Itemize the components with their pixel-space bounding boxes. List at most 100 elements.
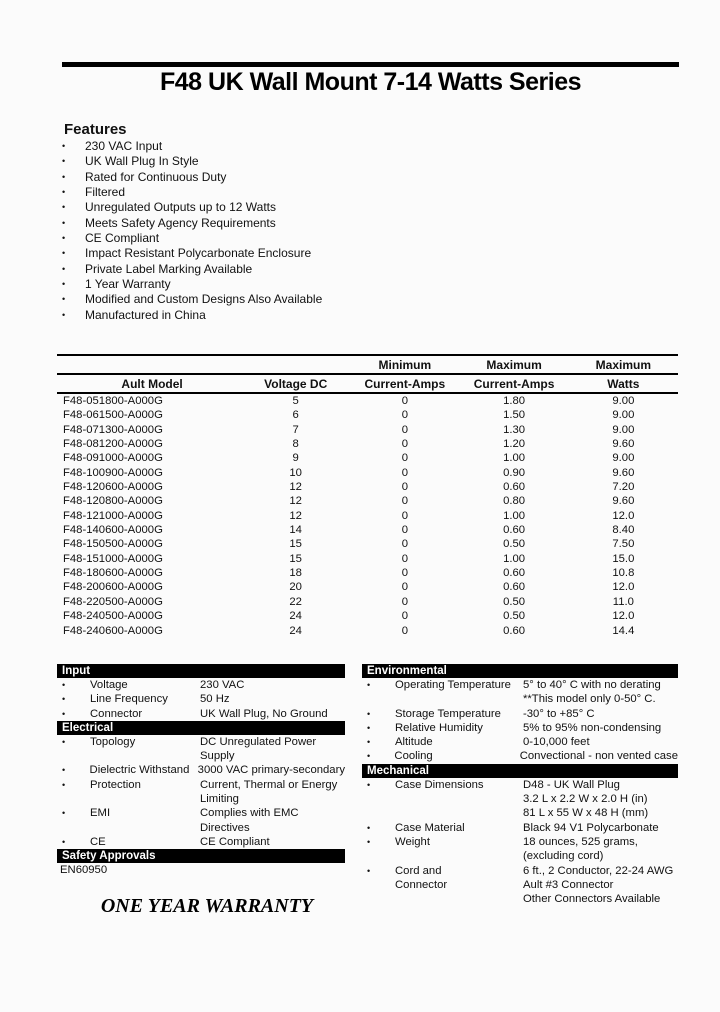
page-title: F48 UK Wall Mount 7-14 Watts Series [159,68,582,96]
feature-item: • 230 VAC Input [62,139,322,154]
model-cell: F48-120600-A000G [63,481,163,494]
max-watts-cell: 9.00 [612,452,635,465]
bullet-icon: • [367,865,371,876]
max-watts-cell: 11.0 [612,595,634,608]
features-heading: Features [64,121,127,138]
features-list: • 230 VAC Input • UK Wall Plug In Style • Rat… [62,139,322,323]
spec-value: 5° to 40° C with no derating **This model… [523,678,678,707]
bullet-icon: • [367,680,371,690]
safety-approval-value: EN60950 [60,864,108,877]
mechanical-section-header: Mechanical [362,763,678,778]
table-row: F48-180600-A000G 18 0 0.60 10.8 [57,566,678,580]
min-current-cell: 0 [401,466,408,479]
spec-value-line: UK Wall Plug, No Ground [200,707,328,720]
min-current-cell: 0 [401,524,408,537]
table-row: F48-140600-A000G 14 0 0.60 8.40 [57,523,678,537]
spec-value: Black 94 V1 Polycarbonate [523,821,678,835]
spec-label: Weight [395,835,430,848]
min-current-cell: 0 [401,581,408,594]
model-cell: F48-151000-A000G [63,552,163,565]
spec-value: D48 - UK Wall Plug 3.2 L x 2.2 W x 2.0 H … [523,778,678,821]
min-current-cell: 0 [401,452,408,465]
feature-text: CE Compliant [85,231,160,246]
min-current-cell: 0 [401,509,408,522]
spec-row: • Cooling Convectional - non vented case [362,749,678,763]
spec-value-line: CE Compliant [200,835,270,848]
bullet-icon: • [367,708,371,719]
model-cell: F48-220500-A000G [63,595,163,608]
spec-value-line: 3.2 L x 2.2 W x 2.0 H (in) [523,793,648,806]
bullet-icon: • [62,680,66,690]
spec-value-line: Convectional - non vented case [519,750,678,763]
spec-row: • Case Material Black 94 V1 Polycarbonate [362,821,678,835]
max-current-cell: 0.60 [503,567,526,580]
spec-label: Cooling [394,750,433,763]
specs-left-column: Input • Voltage 230 VAC • Line Frequency 50 H… [57,664,345,878]
table-row: F48-091000-A000G 9 0 1.00 9.00 [57,451,678,465]
model-cell: F48-121000-A000G [63,509,163,522]
bullet-icon: • [62,202,66,213]
bullet-icon: • [62,294,66,305]
max-current-cell: 0.60 [503,581,526,594]
feature-item: • Unregulated Outputs up to 12 Watts [62,200,322,215]
warranty-banner: ONE YEAR WARRANTY [100,895,314,917]
bullet-icon: • [367,836,371,847]
table-row: F48-200600-A000G 20 0 0.60 12.0 [57,580,678,594]
table-row: F48-051800-A000G 5 0 1.80 9.00 [57,393,678,408]
spec-row: • Dielectric Withstand 3000 VAC primary-se… [57,763,345,777]
spec-value-line: 230 VAC [200,679,245,691]
models-table: Minimum Maximum Maximum Ault Model Volta… [57,354,678,638]
model-cell: F48-081200-A000G [63,438,163,451]
model-cell: F48-051800-A000G [63,395,163,407]
spec-value: Current, Thermal or Energy Limiting [200,778,345,807]
header-voltage: Voltage DC [264,377,328,391]
table-header-row-bottom: Ault Model Voltage DC Current-Amps Curre… [57,374,678,393]
model-cell: F48-100900-A000G [63,466,163,479]
safety-section-header: Safety Approvals [57,849,345,864]
spec-label: Voltage [90,679,128,691]
feature-text: Private Label Marking Available [85,261,253,276]
feature-text: Meets Safety Agency Requirements [85,215,276,230]
bullet-icon: • [62,233,66,244]
voltage-cell: 22 [289,595,302,608]
model-cell: F48-120800-A000G [63,495,163,508]
voltage-cell: 15 [289,538,302,551]
feature-text: Modified and Custom Designs Also Availab… [85,292,323,307]
spec-value-line: Supply [200,750,235,763]
input-section-header: Input [57,664,345,678]
min-current-cell: 0 [401,610,408,623]
spec-row: • Case Dimensions D48 - UK Wall Plug 3.2 L … [362,778,678,821]
max-current-cell: 0.50 [503,595,526,608]
bullet-icon: • [62,708,66,719]
spec-row: • EMI Complies with EMC Directives [57,806,345,835]
voltage-cell: 7 [292,423,299,436]
bullet-icon: • [62,736,66,747]
voltage-cell: 14 [289,524,302,537]
max-watts-cell: 12.0 [612,581,635,594]
spec-label: Line Frequency [90,693,168,706]
spec-value-line: (excluding cord) [523,850,604,863]
voltage-cell: 6 [292,409,299,422]
electrical-section: • Topology DC Unregulated Power Supply • Diel… [57,735,345,849]
model-cell: F48-061500-A000G [63,409,163,422]
spec-label: Connector [90,707,143,720]
spec-label: Dielectric Withstand [89,764,190,777]
bullet-icon: • [62,141,66,151]
min-current-cell: 0 [401,495,408,508]
spec-row: • Connector UK Wall Plug, No Ground [57,707,345,721]
max-watts-cell: 7.20 [612,481,635,494]
spec-row: • Line Frequency 50 Hz [57,692,345,706]
min-current-cell: 0 [401,395,408,407]
spec-row: • Cord and Connector 6 ft., 2 Conductor, 22… [362,864,678,907]
models-table-body: F48-051800-A000G 5 0 1.80 9.00 F48-061500-A00… [57,393,678,638]
voltage-cell: 9 [292,452,299,465]
feature-item: • UK Wall Plug In Style [62,154,322,169]
max-watts-cell: 7.50 [612,538,635,551]
spec-value-line: 5% to 95% non-condensing [523,721,662,734]
spec-value-line: 0-10,000 feet [523,736,590,749]
table-row: F48-081200-A000G 8 0 1.20 9.60 [57,437,678,451]
spec-label: Topology [90,735,136,748]
table-row: F48-220500-A000G 22 0 0.50 11.0 [57,595,678,609]
spec-row: • Storage Temperature -30° to +85° C [362,707,678,721]
spec-value-line: 18 ounces, 525 grams, [523,835,638,848]
